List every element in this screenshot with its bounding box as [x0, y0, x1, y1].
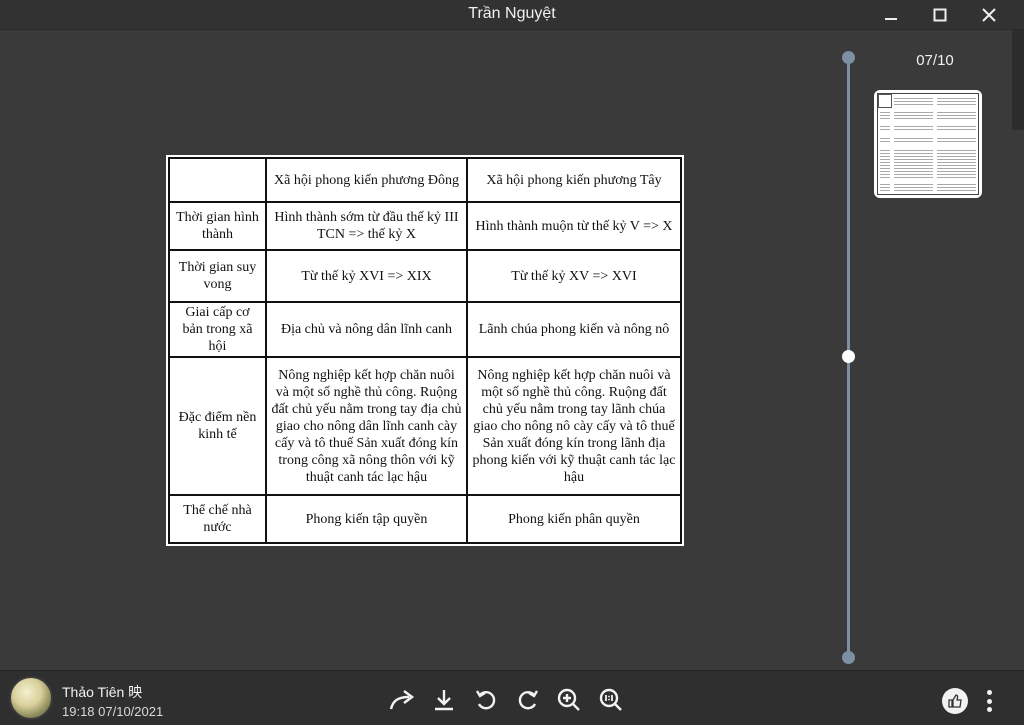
close-button[interactable] — [966, 0, 1012, 30]
comparison-table: Xã hội phong kiến phương Đông Xã hội pho… — [168, 157, 682, 544]
document-image[interactable]: Xã hội phong kiến phương Đông Xã hội pho… — [166, 155, 684, 546]
thumbs-up-icon — [948, 694, 962, 708]
row-label: Giai cấp cơ bản trong xã hội — [168, 301, 267, 358]
table-row: Giai cấp cơ bản trong xã hội Địa chủ và … — [168, 301, 682, 358]
table-cell: Hình thành muộn từ thế kỷ V => X — [466, 201, 682, 251]
share-button[interactable] — [388, 685, 418, 715]
share-icon — [389, 690, 415, 710]
header-cell-east: Xã hội phong kiến phương Đông — [265, 157, 468, 203]
more-options-button[interactable] — [980, 687, 998, 715]
table-cell: Địa chủ và nông dân lĩnh canh — [265, 301, 468, 358]
actual-size-button[interactable] — [596, 685, 626, 715]
table-row: Thể chế nhà nước Phong kiến tập quyền Ph… — [168, 494, 682, 544]
table-cell: Từ thế kỷ XVI => XIX — [265, 249, 468, 303]
download-icon — [435, 690, 453, 711]
sender-name: Thảo Tiên 映 — [62, 684, 143, 700]
header-cell — [168, 157, 267, 203]
more-vertical-icon — [986, 690, 992, 695]
title-bar: Trần Nguyệt — [0, 0, 1024, 30]
table-cell: Phong kiến tập quyền — [265, 494, 468, 544]
table-cell: Nông nghiệp kết hợp chăn nuôi và một số … — [466, 356, 682, 496]
slider-end-dot — [842, 651, 855, 664]
slider-start-dot — [842, 51, 855, 64]
table-cell: Nông nghiệp kết hợp chăn nuôi và một số … — [265, 356, 468, 496]
rotate-left-button[interactable] — [471, 685, 501, 715]
close-icon — [982, 8, 996, 22]
actual-size-icon — [599, 688, 622, 711]
table-row: Thời gian hình thành Hình thành sớm từ đ… — [168, 201, 682, 251]
avatar[interactable] — [9, 676, 53, 720]
page-slider-thumb[interactable] — [842, 350, 855, 363]
table-cell: Từ thế kỷ XV => XVI — [466, 249, 682, 303]
page-thumbnail[interactable] — [874, 90, 982, 198]
minimize-button[interactable] — [868, 0, 914, 30]
table-cell: Hình thành sớm từ đầu thế kỷ III TCN => … — [265, 201, 468, 251]
header-cell-west: Xã hội phong kiến phương Tây — [466, 157, 682, 203]
zoom-in-button[interactable] — [554, 685, 584, 715]
zoom-in-icon — [557, 688, 580, 711]
bottom-toolbar: Thảo Tiên 映 19:18 07/10/2021 — [0, 670, 1024, 725]
sent-timestamp: 19:18 07/10/2021 — [62, 704, 164, 719]
maximize-icon — [933, 8, 947, 22]
rotate-right-button[interactable] — [513, 685, 543, 715]
row-label: Thể chế nhà nước — [168, 494, 267, 544]
download-button[interactable] — [429, 685, 459, 715]
window-edge-strip — [1012, 30, 1024, 130]
maximize-button[interactable] — [917, 0, 963, 30]
rotate-right-icon — [518, 690, 539, 710]
table-row: Đặc điểm nền kinh tế Nông nghiệp kết hợp… — [168, 356, 682, 496]
table-row: Thời gian suy vong Từ thế kỷ XVI => XIX … — [168, 249, 682, 303]
minimize-icon — [885, 18, 897, 20]
row-label: Thời gian suy vong — [168, 249, 267, 303]
row-label: Thời gian hình thành — [168, 201, 267, 251]
rotate-left-icon — [475, 690, 496, 710]
like-button[interactable] — [942, 688, 968, 714]
table-cell: Phong kiến phân quyền — [466, 494, 682, 544]
row-label: Đặc điểm nền kinh tế — [168, 356, 267, 496]
page-counter: 07/10 — [916, 52, 954, 69]
thumbnail-preview — [877, 93, 979, 195]
table-header-row: Xã hội phong kiến phương Đông Xã hội pho… — [168, 157, 682, 203]
table-cell: Lãnh chúa phong kiến và nông nô — [466, 301, 682, 358]
